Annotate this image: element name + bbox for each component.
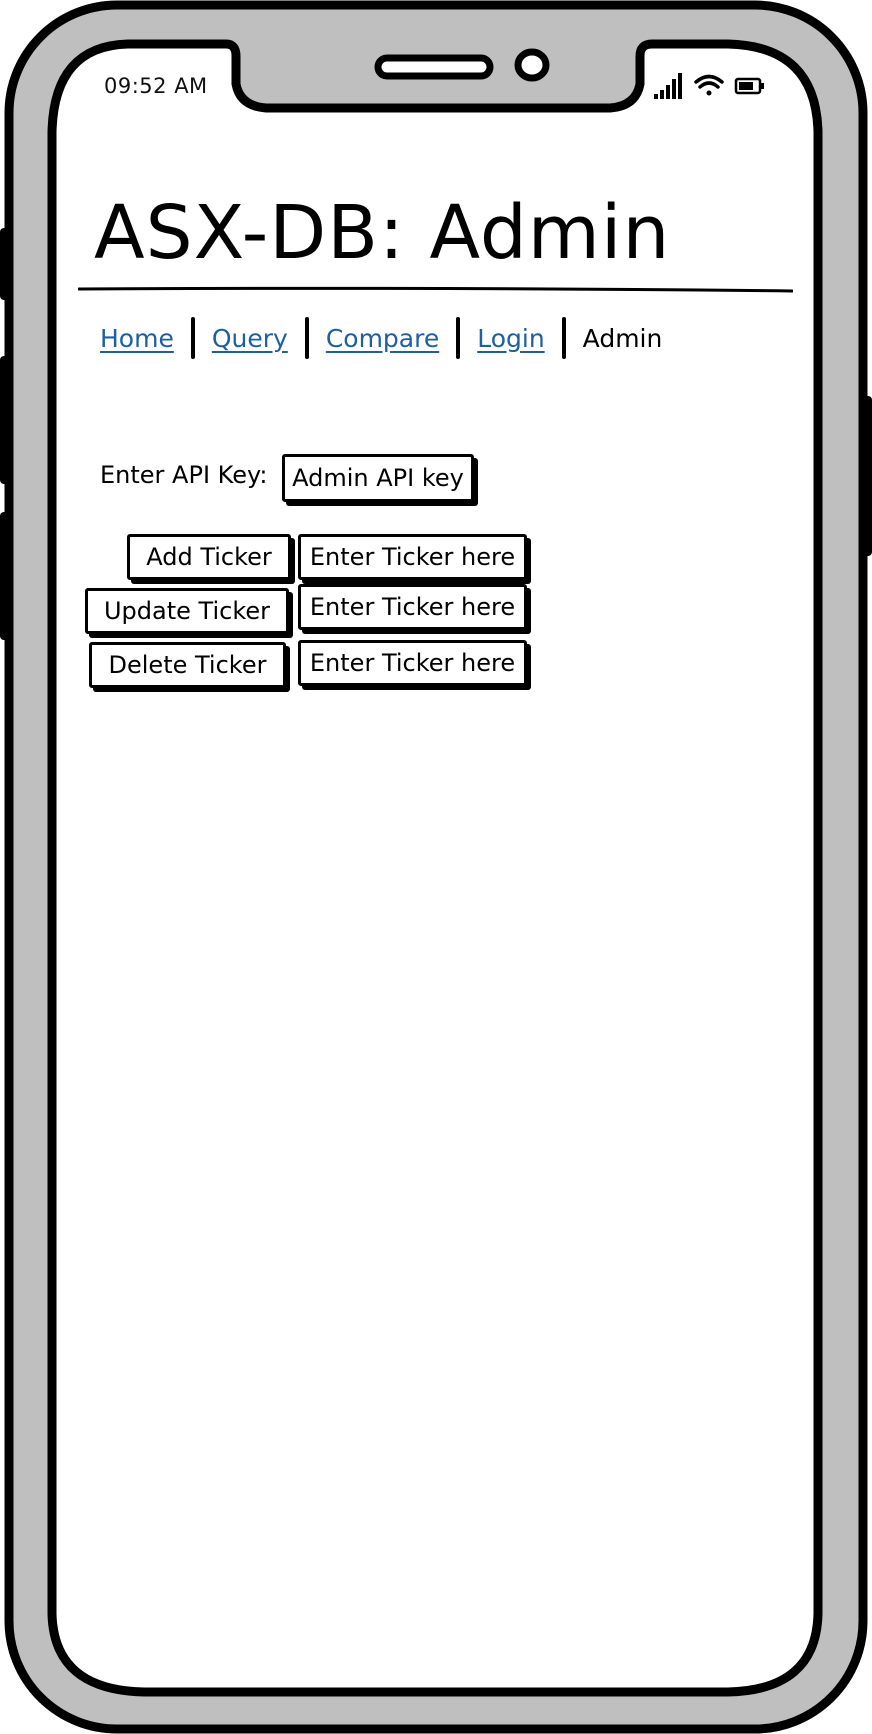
signal-icon (654, 73, 682, 99)
title-divider (78, 286, 793, 293)
nav-separator (561, 317, 566, 359)
nav-separator (456, 317, 461, 359)
nav-home-link[interactable]: Home (90, 324, 184, 353)
add-ticker-input[interactable] (298, 534, 527, 580)
nav-compare-link[interactable]: Compare (316, 324, 449, 353)
status-icons (654, 73, 764, 99)
nav-query-link[interactable]: Query (202, 324, 298, 353)
update-ticker-button[interactable]: Update Ticker (85, 588, 289, 634)
update-ticker-input[interactable] (298, 584, 527, 630)
phone-mockup: 09:52 AM ASX-DB: Admin Home Query Compar… (0, 0, 872, 1734)
api-key-label: Enter API Key: (100, 461, 268, 489)
delete-ticker-input[interactable] (298, 640, 527, 686)
nav-separator (190, 317, 195, 359)
nav-admin-current: Admin (582, 323, 663, 353)
api-key-input[interactable] (282, 454, 474, 502)
battery-icon (734, 77, 764, 95)
nav-login-link[interactable]: Login (467, 324, 554, 353)
page-title: ASX-DB: Admin (94, 190, 671, 276)
delete-ticker-button[interactable]: Delete Ticker (89, 642, 286, 688)
add-ticker-button[interactable]: Add Ticker (127, 534, 291, 580)
top-nav: Home Query Compare Login Admin (90, 316, 672, 360)
wifi-icon (694, 74, 724, 96)
status-time: 09:52 AM (104, 74, 208, 98)
nav-separator (304, 317, 309, 359)
